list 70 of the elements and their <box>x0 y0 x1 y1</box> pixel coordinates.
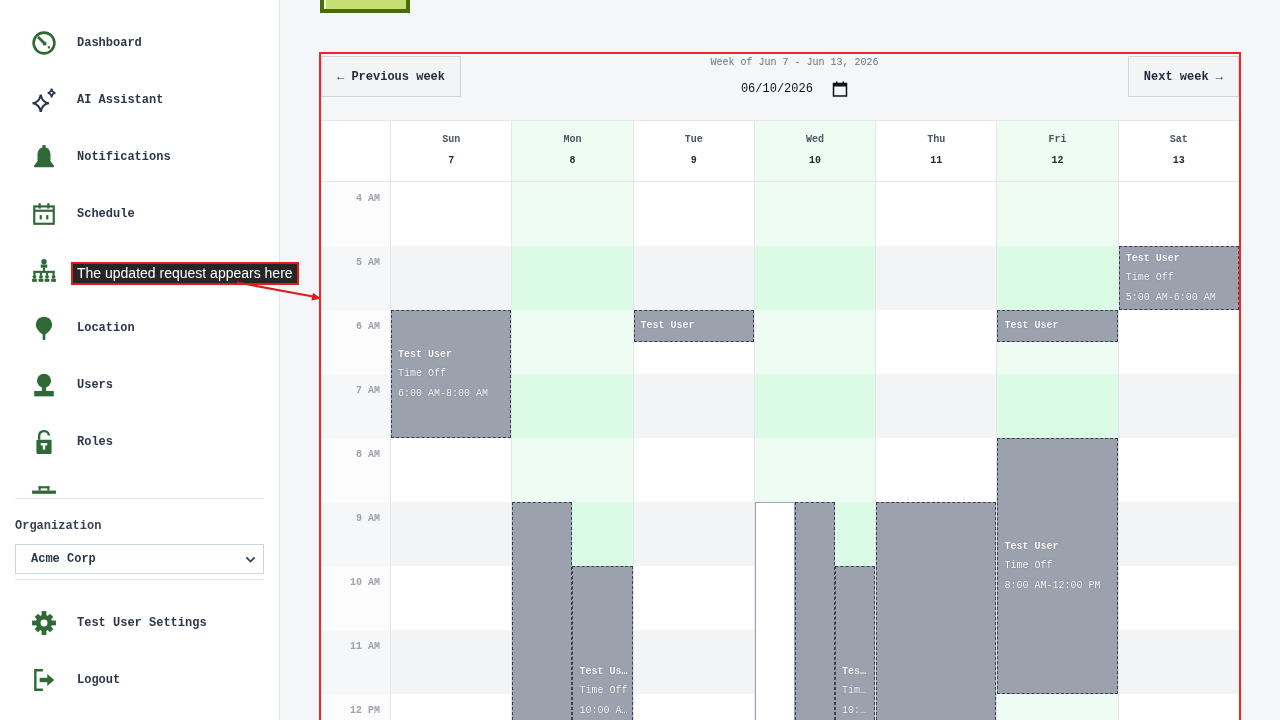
day-name: Tue <box>684 134 703 146</box>
day-name: Wed <box>806 134 824 146</box>
event-block[interactable] <box>794 502 836 720</box>
chevron-down-icon <box>245 555 256 563</box>
day-number: 7 <box>448 155 455 167</box>
logout-icon <box>31 666 57 693</box>
time-label: 5 AM <box>356 257 380 268</box>
clipped-icon[interactable] <box>31 486 57 494</box>
organization-label: Organization <box>15 519 102 533</box>
event-name: Tes… <box>842 664 867 679</box>
empty-event-block[interactable] <box>754 502 795 720</box>
gauge-icon <box>31 29 57 56</box>
day-number: 12 <box>1051 155 1064 167</box>
time-label: 4 AM <box>356 193 380 204</box>
day-number: 8 <box>569 155 576 167</box>
org-chart-icon[interactable] <box>31 257 57 284</box>
event-type: Time Off <box>1125 271 1174 286</box>
event-time: 8:00 AM-12:00 PM <box>1004 578 1101 593</box>
nav-link[interactable]: Roles <box>31 428 113 455</box>
day-number: 13 <box>1172 155 1185 167</box>
event-name: Test Us… <box>579 664 628 679</box>
event-type: Time Off <box>1004 559 1053 574</box>
calendar-icon[interactable] <box>831 81 848 97</box>
time-label: 12 PM <box>350 705 380 716</box>
bell-icon <box>31 143 57 170</box>
time-label: 6 AM <box>356 321 380 332</box>
day-number: 11 <box>930 155 943 167</box>
event-type: Tim… <box>842 684 867 698</box>
event-time: 10:… <box>842 703 867 718</box>
event-time: 10:00 A… <box>579 703 628 718</box>
nav-link[interactable]: Dashboard <box>31 29 142 56</box>
callout-label: The updated request appears here <box>71 262 299 285</box>
date-field[interactable]: 06/10/2026 <box>740 81 848 97</box>
event-name: Test User <box>640 319 695 334</box>
organization-select[interactable]: Acme Corp <box>15 544 264 574</box>
event-time: 5:00 AM-6:00 AM <box>1125 290 1216 305</box>
event-name: Test User <box>1004 539 1059 554</box>
day-name: Fri <box>1048 134 1067 146</box>
person-icon <box>31 371 57 398</box>
logout-link[interactable]: Logout <box>31 666 121 693</box>
next-week-button[interactable]: Next week → <box>1127 56 1239 97</box>
event-type: Time Off <box>398 367 446 382</box>
time-label: 11 AM <box>350 641 380 652</box>
event-time: 6:00 AM-8:00 AM <box>398 386 488 401</box>
event-block[interactable] <box>512 502 573 720</box>
day-name: Sun <box>442 134 461 146</box>
day-name: Sat <box>1169 134 1188 146</box>
time-label: 7 AM <box>356 385 380 396</box>
settings-icon <box>31 609 57 636</box>
time-label: 8 AM <box>356 449 380 460</box>
calendar-icon <box>31 200 57 227</box>
nav-link[interactable]: Schedule <box>31 200 135 227</box>
day-number: 9 <box>690 155 697 167</box>
previous-week-button[interactable]: ← Previous week <box>321 56 462 97</box>
week-range-title: Week of Jun 7 - Jun 13, 2026 <box>710 57 879 69</box>
time-label: 9 AM <box>356 513 380 524</box>
event-name: Test User <box>398 347 452 362</box>
time-label: 10 AM <box>350 577 380 588</box>
nav-link[interactable]: Users <box>31 371 113 398</box>
nav-link[interactable]: Notifications <box>31 143 171 170</box>
event-name: Test User <box>1125 251 1180 266</box>
day-number: 10 <box>809 155 821 167</box>
day-name: Thu <box>927 134 946 146</box>
event-name: Test User <box>1004 319 1059 334</box>
settings-link[interactable]: Test User Settings <box>31 609 207 636</box>
day-name: Mon <box>563 134 582 146</box>
nav-link[interactable]: AI Assistant <box>31 86 164 113</box>
event-type: Time Off <box>579 684 628 698</box>
sparkle-icon <box>31 86 57 113</box>
nav-link[interactable]: Location <box>31 314 135 341</box>
